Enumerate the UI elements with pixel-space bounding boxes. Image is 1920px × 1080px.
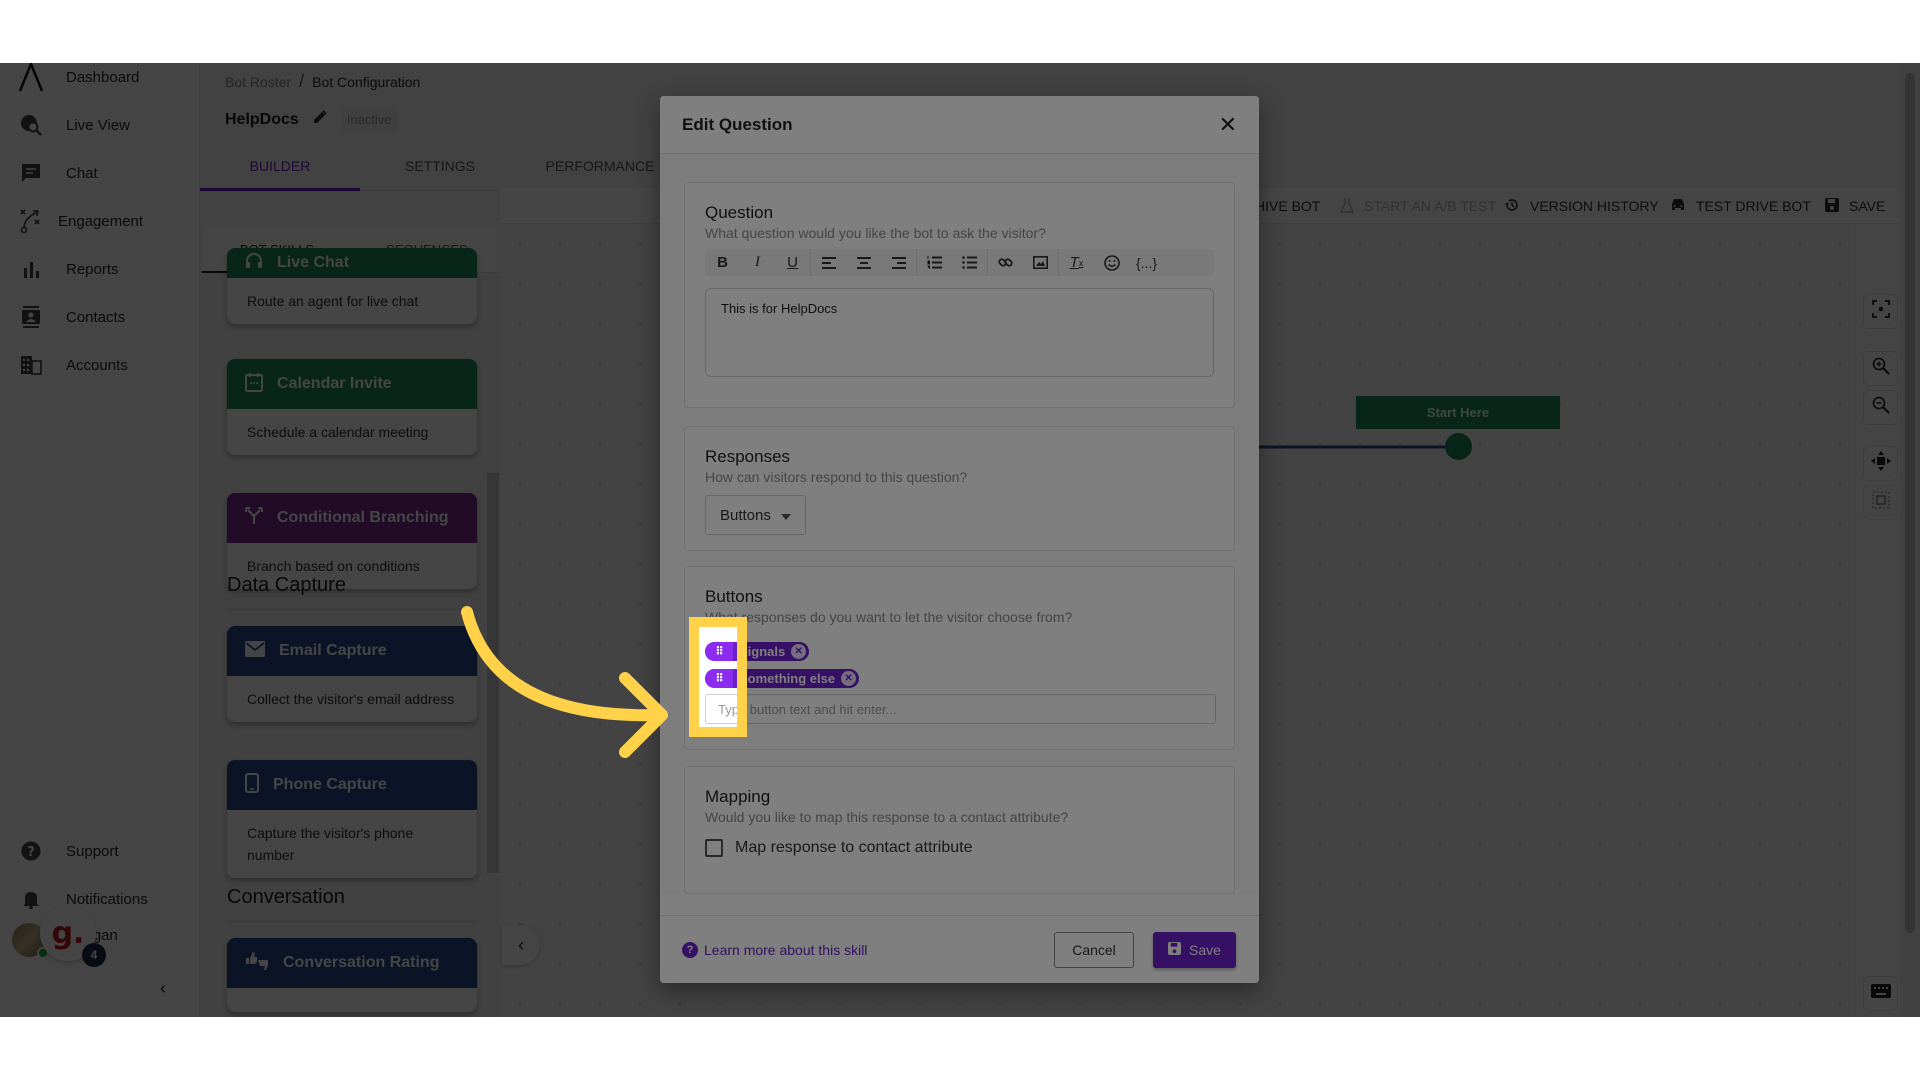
modal-dim-overlay: [660, 96, 1259, 983]
annotation-arrow-icon: [461, 606, 668, 758]
highlight-frame: [689, 617, 747, 737]
